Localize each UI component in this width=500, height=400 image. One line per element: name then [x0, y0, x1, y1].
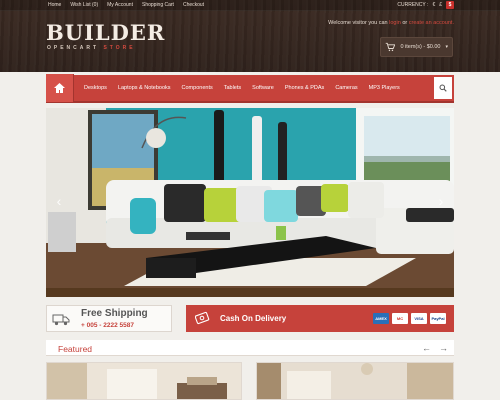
logo-subtitle: OPENCART STORE	[47, 45, 136, 52]
top-link-wishlist[interactable]: Wish List (0)	[70, 2, 98, 9]
amex-card-icon: AMEX	[373, 313, 389, 324]
cash-on-delivery-banner[interactable]: Cash On Delivery AMEX MC VISA PayPal	[186, 305, 454, 332]
currency-switcher: CURRENCY : € £ $	[397, 1, 454, 9]
main-nav: Desktops Laptops & Notebooks Components …	[46, 74, 454, 103]
nav-item-software[interactable]: Software	[252, 85, 274, 91]
search-icon	[439, 84, 447, 92]
nav-item-phones[interactable]: Phones & PDAs	[285, 85, 324, 91]
featured-title: Featured	[58, 344, 93, 354]
top-link-cart[interactable]: Shopping Cart	[142, 2, 174, 9]
arrow-right-icon[interactable]: →	[439, 343, 448, 354]
featured-header	[46, 340, 454, 356]
cod-title: Cash On Delivery	[220, 314, 287, 323]
welcome-message: Welcome visitor you can login or create …	[328, 19, 454, 27]
welcome-or: or	[402, 20, 408, 26]
shipping-phone: + 005 - 2222 5587	[81, 322, 134, 329]
nav-item-desktops[interactable]: Desktops	[84, 85, 107, 91]
free-shipping-banner[interactable]: Free Shipping + 005 - 2222 5587	[46, 305, 172, 332]
logo-title[interactable]: BUILDER	[46, 21, 165, 45]
mastercard-icon: MC	[392, 313, 408, 324]
nav-item-cameras[interactable]: Cameras	[335, 85, 357, 91]
home-button[interactable]	[46, 74, 74, 102]
cart-button[interactable]: 0 item(s) - $0.00 ▾	[380, 37, 453, 57]
product-thumb[interactable]	[46, 362, 242, 400]
product-thumb[interactable]	[256, 362, 454, 400]
logo-sub-main: OPENCART	[47, 45, 100, 51]
home-icon	[54, 83, 65, 93]
welcome-prefix: Welcome visitor you can	[328, 20, 388, 26]
chevron-down-icon: ▾	[445, 44, 448, 50]
register-link[interactable]: create an account.	[409, 20, 454, 26]
nav-items: Desktops Laptops & Notebooks Components …	[74, 85, 400, 91]
hero-image	[46, 108, 454, 297]
nav-item-components[interactable]: Components	[182, 85, 213, 91]
currency-pound[interactable]: £	[439, 1, 442, 9]
site-header: Home Wish List (0) My Account Shopping C…	[0, 0, 500, 72]
product-image	[47, 363, 241, 399]
nav-item-mp3[interactable]: MP3 Players	[369, 85, 400, 91]
truck-icon	[52, 314, 70, 326]
hero-slider[interactable]: ‹ ›	[46, 108, 454, 297]
top-link-account[interactable]: My Account	[107, 2, 133, 9]
paypal-icon: PayPal	[430, 313, 446, 324]
currency-label: CURRENCY :	[397, 2, 429, 8]
currency-euro[interactable]: €	[432, 1, 435, 9]
logo-sub-accent: STORE	[103, 45, 136, 51]
top-link-checkout[interactable]: Checkout	[183, 2, 204, 9]
login-link[interactable]: login	[389, 20, 401, 26]
arrow-left-icon[interactable]: ‹	[52, 190, 66, 212]
product-image	[257, 363, 453, 399]
shipping-title: Free Shipping	[81, 308, 148, 319]
arrow-left-icon[interactable]: ←	[422, 343, 431, 354]
cart-icon	[385, 42, 396, 52]
top-link-home[interactable]: Home	[48, 2, 61, 9]
currency-dollar[interactable]: $	[446, 1, 454, 9]
search-button[interactable]	[434, 77, 452, 99]
nav-item-tablets[interactable]: Tablets	[224, 85, 241, 91]
arrow-right-icon[interactable]: ›	[434, 190, 448, 212]
top-links: Home Wish List (0) My Account Shopping C…	[48, 2, 204, 9]
cash-icon	[195, 311, 210, 325]
nav-item-laptops[interactable]: Laptops & Notebooks	[118, 85, 171, 91]
top-bar: Home Wish List (0) My Account Shopping C…	[0, 0, 500, 11]
visa-card-icon: VISA	[411, 313, 427, 324]
payment-cards: AMEX MC VISA PayPal	[373, 313, 446, 324]
cart-summary: 0 item(s) - $0.00	[400, 44, 441, 50]
featured-nav: ← →	[422, 343, 448, 354]
